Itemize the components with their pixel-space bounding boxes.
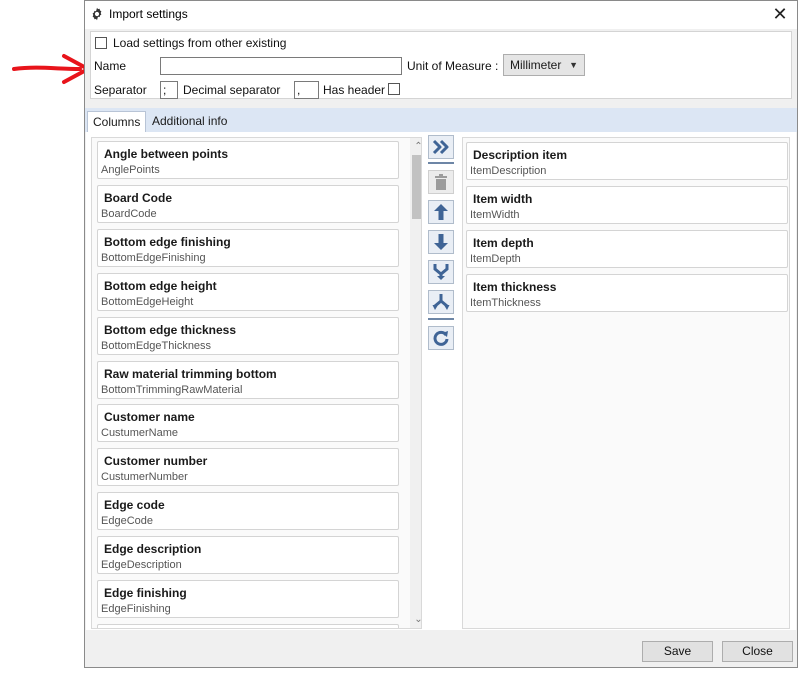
columns-tab-content: Angle between points AnglePoints Board Co… xyxy=(86,132,796,630)
merge-icon xyxy=(433,264,449,280)
list-item[interactable]: Item thickness ItemThickness xyxy=(466,274,788,312)
list-item[interactable]: Item width ItemWidth xyxy=(466,186,788,224)
list-item[interactable]: Board Code BoardCode xyxy=(97,185,399,223)
column-code: CustumerNumber xyxy=(101,471,188,483)
column-name: Edge code xyxy=(104,498,165,512)
add-all-button[interactable] xyxy=(428,135,454,159)
gear-icon xyxy=(92,7,102,21)
column-name: Angle between points xyxy=(104,147,229,161)
column-name: Edge description xyxy=(104,542,202,556)
close-icon[interactable]: ✕ xyxy=(769,4,791,24)
title-bar: Import settings ✕ xyxy=(85,1,797,29)
list-item[interactable]: Bottom edge thickness BottomEdgeThickness xyxy=(97,317,399,355)
save-button[interactable]: Save xyxy=(642,641,713,662)
column-name: Item thickness xyxy=(473,280,557,294)
scrollbar-thumb[interactable] xyxy=(412,155,421,219)
column-code: AnglePoints xyxy=(101,164,160,176)
column-code: EdgeFinishing xyxy=(101,603,171,615)
separator-label: Separator xyxy=(94,83,147,97)
list-item[interactable]: Angle between points AnglePoints xyxy=(97,141,399,179)
scroll-down-icon[interactable]: ⌄ xyxy=(410,611,421,628)
scroll-up-icon[interactable]: ⌃ xyxy=(410,138,421,155)
list-item[interactable]: Raw material trimming bottom BottomTrimmi… xyxy=(97,361,399,399)
merge-button[interactable] xyxy=(428,260,454,284)
column-name: Edge finishing xyxy=(104,586,187,600)
column-name: Bottom edge finishing xyxy=(104,235,231,249)
add-all-icon xyxy=(432,139,449,155)
list-item[interactable] xyxy=(97,624,399,628)
column-name: Bottom edge height xyxy=(104,279,217,293)
settings-panel: Load settings from other existing Name U… xyxy=(90,31,792,99)
tab-strip: Columns Additional info xyxy=(85,108,797,132)
toolbar-separator xyxy=(428,162,454,164)
decimal-separator-field[interactable]: , xyxy=(294,81,319,99)
column-code: BottomEdgeHeight xyxy=(101,296,194,308)
column-name: Item width xyxy=(473,192,533,206)
column-code: ItemThickness xyxy=(470,297,541,309)
has-header-checkbox[interactable] xyxy=(388,83,400,95)
move-down-icon xyxy=(434,234,448,250)
column-toolbar xyxy=(428,132,456,362)
load-settings-checkbox[interactable] xyxy=(95,37,107,49)
column-code: BoardCode xyxy=(101,208,157,220)
column-name: Board Code xyxy=(104,191,173,205)
column-code: BottomTrimmingRawMaterial xyxy=(101,384,243,396)
close-button[interactable]: Close xyxy=(722,641,793,662)
name-field[interactable] xyxy=(160,57,402,75)
column-name: Customer name xyxy=(104,410,195,424)
tab-columns[interactable]: Columns xyxy=(87,111,147,132)
list-item[interactable]: Edge description EdgeDescription xyxy=(97,536,399,574)
vertical-scrollbar[interactable]: ⌃ ⌄ xyxy=(410,138,421,628)
delete-icon xyxy=(435,174,447,190)
column-code: BottomEdgeThickness xyxy=(101,340,212,352)
has-header-label: Has header xyxy=(323,83,386,97)
list-item[interactable]: Bottom edge height BottomEdgeHeight xyxy=(97,273,399,311)
list-item[interactable]: Item depth ItemDepth xyxy=(466,230,788,268)
list-item[interactable]: Bottom edge finishing BottomEdgeFinishing xyxy=(97,229,399,267)
delete-button[interactable] xyxy=(428,170,454,194)
unit-of-measure-select[interactable]: Millimeter ▼ xyxy=(503,54,585,76)
column-name: Item depth xyxy=(473,236,534,250)
column-name: Description item xyxy=(473,148,568,162)
move-up-icon xyxy=(434,204,448,220)
column-code: ItemWidth xyxy=(470,209,520,221)
column-name: Customer number xyxy=(104,454,208,468)
unit-of-measure-value: Millimeter xyxy=(510,58,562,72)
annotation-arrow xyxy=(12,54,90,84)
import-settings-dialog: Import settings ✕ Load settings from oth… xyxy=(84,0,798,668)
load-settings-label: Load settings from other existing xyxy=(113,36,287,50)
selected-columns-list: Description item ItemDescription Item wid… xyxy=(462,137,790,629)
move-down-button[interactable] xyxy=(428,230,454,254)
tab-additional-info[interactable]: Additional info xyxy=(147,111,232,132)
separator-field[interactable]: ; xyxy=(160,81,178,99)
list-item[interactable]: Description item ItemDescription xyxy=(466,142,788,180)
split-icon xyxy=(432,294,450,310)
column-code: EdgeDescription xyxy=(101,559,182,571)
refresh-icon xyxy=(433,330,449,346)
column-code: CustumerName xyxy=(101,427,179,439)
refresh-button[interactable] xyxy=(428,326,454,350)
chevron-down-icon: ▼ xyxy=(569,60,578,70)
column-name: Raw material trimming bottom xyxy=(104,367,277,381)
column-code: EdgeCode xyxy=(101,515,153,527)
move-up-button[interactable] xyxy=(428,200,454,224)
toolbar-separator xyxy=(428,318,454,320)
split-button[interactable] xyxy=(428,290,454,314)
name-label: Name xyxy=(94,59,127,73)
available-columns-list: Angle between points AnglePoints Board Co… xyxy=(91,137,422,629)
list-item[interactable]: Customer number CustumerNumber xyxy=(97,448,399,486)
list-item[interactable]: Customer name CustumerName xyxy=(97,404,399,442)
column-code: ItemDepth xyxy=(470,253,521,265)
column-code: ItemDescription xyxy=(470,165,547,177)
window-title: Import settings xyxy=(109,7,188,21)
column-code: BottomEdgeFinishing xyxy=(101,252,206,264)
list-item[interactable]: Edge finishing EdgeFinishing xyxy=(97,580,399,618)
list-item[interactable]: Edge code EdgeCode xyxy=(97,492,399,530)
decimal-separator-label: Decimal separator xyxy=(183,83,281,97)
unit-of-measure-label: Unit of Measure : xyxy=(407,59,499,73)
column-name: Bottom edge thickness xyxy=(104,323,237,337)
